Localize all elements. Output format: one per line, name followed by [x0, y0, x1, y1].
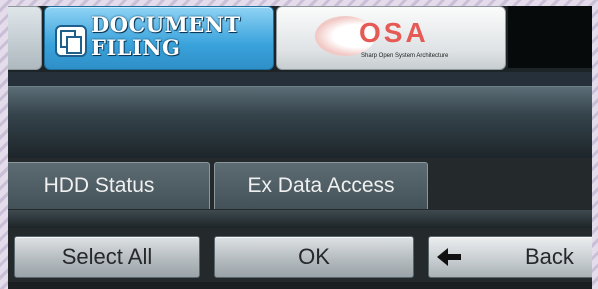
ok-button[interactable]: OK	[214, 236, 414, 278]
mode-tab-previous[interactable]	[8, 6, 42, 70]
back-button[interactable]: Back	[428, 236, 592, 278]
tab-ex-data-access[interactable]: Ex Data Access	[214, 162, 428, 209]
back-button-label: Back	[525, 244, 574, 269]
band-divider	[8, 72, 592, 86]
mode-tab-empty	[508, 6, 592, 68]
osa-tab[interactable]: OSA Sharp Open System Architecture	[276, 6, 506, 70]
header-band	[8, 86, 592, 159]
document-filing-label: DOCUMENT FILING	[91, 12, 241, 60]
osa-logo: OSA	[359, 17, 429, 48]
document-filing-icon	[55, 25, 87, 57]
bottom-strip	[8, 282, 592, 289]
document-filing-tab[interactable]: DOCUMENT FILING	[44, 6, 274, 70]
mode-tab-bar: DOCUMENT FILING OSA Sharp Open System Ar…	[8, 6, 592, 72]
osa-tagline: Sharp Open System Architecture	[361, 53, 449, 59]
tab-baseline	[8, 210, 592, 228]
settings-tab-row: HDD Status Ex Data Access	[8, 162, 592, 212]
select-all-button[interactable]: Select All	[14, 236, 200, 278]
left-arrow-icon	[437, 248, 461, 266]
device-screen: DOCUMENT FILING OSA Sharp Open System Ar…	[8, 6, 592, 289]
tab-hdd-status[interactable]: HDD Status	[8, 162, 210, 209]
